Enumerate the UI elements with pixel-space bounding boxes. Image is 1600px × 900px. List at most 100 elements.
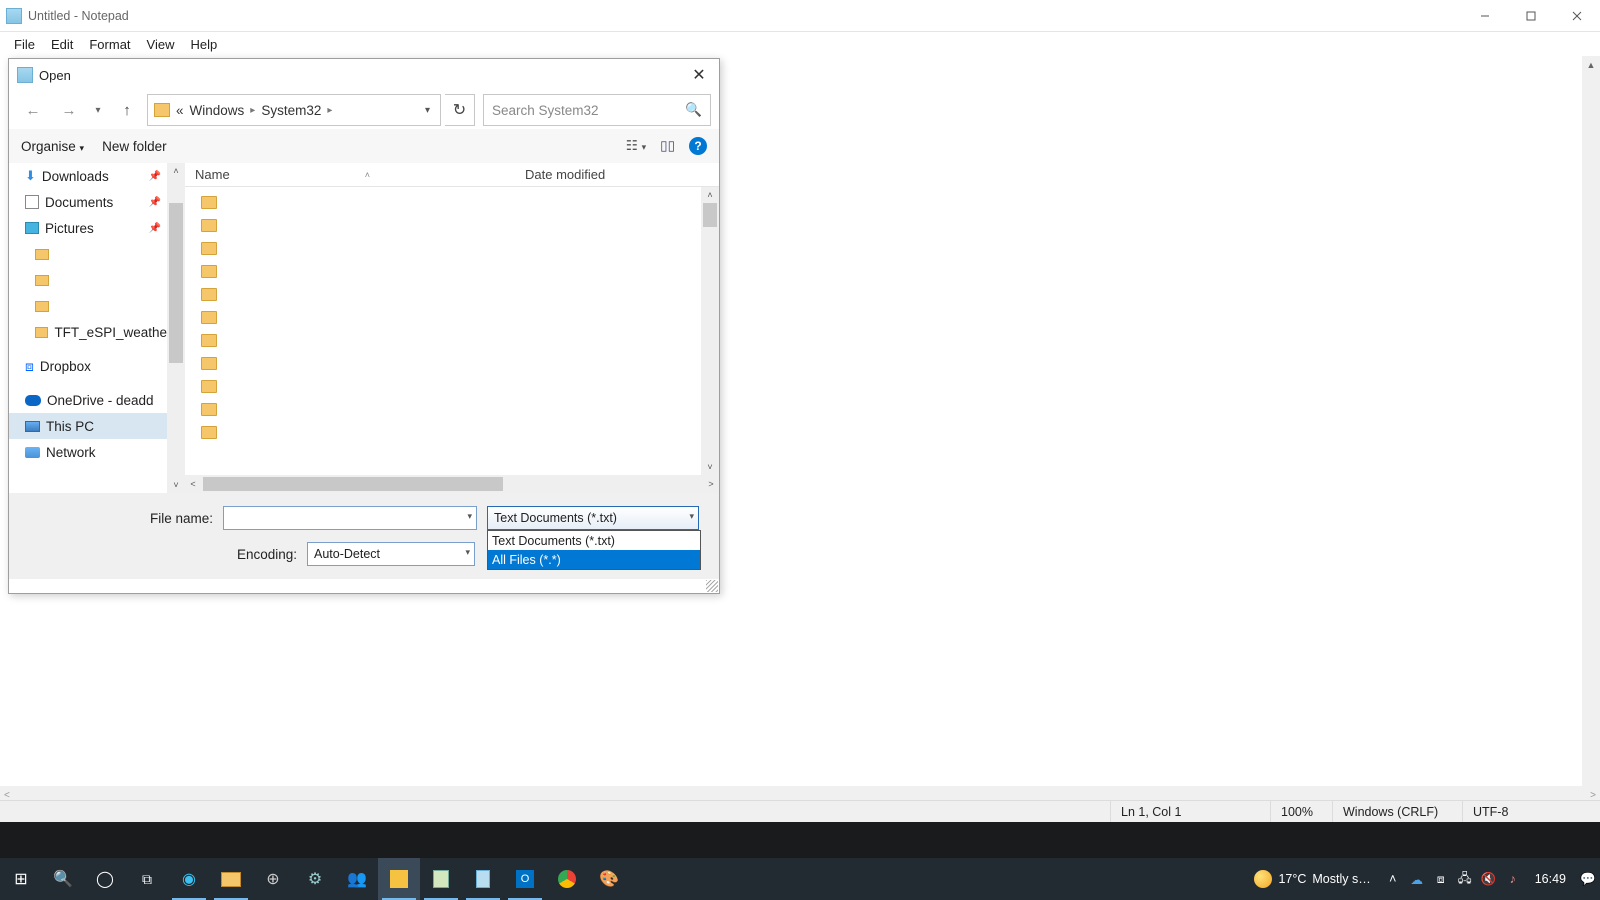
- nav-tree-item[interactable]: This PC: [9, 413, 167, 439]
- scrollbar-thumb[interactable]: [203, 477, 503, 491]
- file-list-row[interactable]: [185, 260, 701, 283]
- editor-vertical-scrollbar[interactable]: ▲: [1582, 56, 1600, 786]
- nav-tree-item[interactable]: [9, 267, 167, 293]
- taskbar-app-browser[interactable]: ⊕: [252, 858, 294, 900]
- list-scrollbar[interactable]: ˄ ˅: [701, 187, 719, 475]
- chevron-right-icon[interactable]: ▸: [327, 105, 332, 116]
- breadcrumb-part[interactable]: Windows: [190, 103, 245, 118]
- nav-tree-item[interactable]: ⬇Downloads📌: [9, 163, 167, 189]
- taskbar-clock[interactable]: 16:49: [1525, 872, 1576, 886]
- scrollbar-thumb[interactable]: [169, 203, 183, 363]
- tray-app-icon[interactable]: ♪: [1501, 858, 1525, 900]
- new-folder-button[interactable]: New folder: [102, 139, 167, 154]
- address-breadcrumb[interactable]: « Windows ▸ System32 ▸ ▾: [147, 94, 441, 126]
- document-icon: [25, 195, 39, 209]
- tray-overflow-button[interactable]: ˄: [1381, 858, 1405, 900]
- taskbar-app-outlook[interactable]: O: [504, 858, 546, 900]
- file-type-option[interactable]: Text Documents (*.txt): [488, 531, 700, 550]
- file-list-row[interactable]: [185, 398, 701, 421]
- breadcrumb-dropdown-icon[interactable]: ▾: [421, 105, 434, 116]
- nav-tree-item[interactable]: TFT_eSPI_weathe: [9, 319, 167, 345]
- taskbar-app-settings[interactable]: ⚙: [294, 858, 336, 900]
- file-list-row[interactable]: [185, 306, 701, 329]
- nav-tree-item[interactable]: Network: [9, 439, 167, 465]
- taskbar-app-stickynotes[interactable]: [378, 858, 420, 900]
- minimize-button[interactable]: [1462, 0, 1508, 32]
- file-list-row[interactable]: [185, 352, 701, 375]
- encoding-dropdown[interactable]: Auto-Detect ▾: [307, 542, 475, 566]
- file-list-row[interactable]: [185, 329, 701, 352]
- menu-view[interactable]: View: [139, 35, 183, 54]
- scroll-right-icon[interactable]: ˃: [703, 479, 719, 489]
- maximize-button[interactable]: [1508, 0, 1554, 32]
- filename-input[interactable]: ▾: [223, 506, 477, 530]
- cortana-button[interactable]: ◯: [84, 858, 126, 900]
- menu-help[interactable]: Help: [182, 35, 225, 54]
- scroll-left-icon[interactable]: ˂: [185, 479, 201, 489]
- file-type-option[interactable]: All Files (*.*): [488, 550, 700, 569]
- file-type-dropdown[interactable]: Text Documents (*.txt) ▾ Text Documents …: [487, 506, 699, 530]
- file-list[interactable]: [185, 187, 701, 475]
- task-view-button[interactable]: ⧉: [126, 858, 168, 900]
- nav-tree-item[interactable]: OneDrive - deadd: [9, 387, 167, 413]
- scroll-left-icon[interactable]: <: [4, 790, 10, 801]
- taskbar-app-edge[interactable]: ◉: [168, 858, 210, 900]
- file-list-row[interactable]: [185, 191, 701, 214]
- tray-onedrive-icon[interactable]: ☁: [1405, 858, 1429, 900]
- close-button[interactable]: [1554, 0, 1600, 32]
- nav-tree-item[interactable]: Documents📌: [9, 189, 167, 215]
- taskbar-app-teams[interactable]: 👥: [336, 858, 378, 900]
- search-button[interactable]: 🔍: [42, 858, 84, 900]
- scroll-up-icon[interactable]: ˄: [167, 163, 185, 179]
- column-name[interactable]: Name ˄: [185, 167, 515, 182]
- tray-volume-icon[interactable]: 🔇: [1477, 858, 1501, 900]
- resize-grip[interactable]: [706, 580, 718, 592]
- taskbar-app-notepad[interactable]: [462, 858, 504, 900]
- chevron-down-icon[interactable]: ▾: [467, 511, 472, 522]
- nav-back-button[interactable]: ←: [17, 94, 49, 126]
- weather-widget[interactable]: 17°C Mostly s…: [1244, 870, 1380, 888]
- file-list-row[interactable]: [185, 214, 701, 237]
- navigation-tree[interactable]: ⬇Downloads📌Documents📌Pictures📌 TFT_eSPI_w…: [9, 163, 167, 493]
- nav-tree-item[interactable]: [9, 293, 167, 319]
- chevron-right-icon[interactable]: ▸: [250, 105, 255, 116]
- menu-format[interactable]: Format: [81, 35, 138, 54]
- taskbar-app-chrome[interactable]: [546, 858, 588, 900]
- nav-tree-item[interactable]: Pictures📌: [9, 215, 167, 241]
- file-list-row[interactable]: [185, 283, 701, 306]
- nav-tree-item[interactable]: ⧈Dropbox: [9, 353, 167, 379]
- preview-pane-button[interactable]: ▯▯: [660, 138, 675, 154]
- nav-recent-dropdown[interactable]: ▾: [89, 94, 107, 126]
- nav-forward-button[interactable]: →: [53, 94, 85, 126]
- nav-up-button[interactable]: ↑: [111, 94, 143, 126]
- column-date[interactable]: Date modified: [515, 167, 615, 182]
- organise-button[interactable]: Organise ▾: [21, 139, 84, 154]
- nav-scrollbar[interactable]: ˄ ˅: [167, 163, 185, 493]
- dialog-close-button[interactable]: ✕: [679, 59, 719, 91]
- taskbar-app-paint[interactable]: 🎨: [588, 858, 630, 900]
- file-list-row[interactable]: [185, 421, 701, 444]
- file-list-row[interactable]: [185, 375, 701, 398]
- tray-network-icon[interactable]: 🖧: [1453, 858, 1477, 900]
- menu-file[interactable]: File: [6, 35, 43, 54]
- start-button[interactable]: ⊞: [0, 858, 42, 900]
- scroll-down-icon[interactable]: ˅: [167, 477, 185, 493]
- menu-edit[interactable]: Edit: [43, 35, 81, 54]
- breadcrumb-part[interactable]: System32: [261, 103, 321, 118]
- scroll-down-icon[interactable]: ˅: [701, 459, 719, 475]
- search-input[interactable]: Search System32 🔍: [483, 94, 711, 126]
- scrollbar-thumb[interactable]: [703, 203, 717, 227]
- refresh-button[interactable]: ↻: [445, 94, 475, 126]
- help-button[interactable]: ?: [689, 137, 707, 155]
- action-center-button[interactable]: 💬: [1576, 858, 1600, 900]
- nav-tree-item[interactable]: [9, 241, 167, 267]
- taskbar-app-explorer[interactable]: [210, 858, 252, 900]
- taskbar-app-notepadpp[interactable]: [420, 858, 462, 900]
- list-horizontal-scrollbar[interactable]: ˂ ˃: [185, 475, 719, 493]
- view-mode-button[interactable]: ☷ ▾: [626, 138, 646, 154]
- scroll-up-icon[interactable]: ▲: [1582, 56, 1600, 74]
- scroll-up-icon[interactable]: ˄: [701, 187, 719, 203]
- tray-dropbox-icon[interactable]: ⧈: [1429, 858, 1453, 900]
- file-list-row[interactable]: [185, 237, 701, 260]
- scroll-right-icon[interactable]: >: [1590, 790, 1596, 801]
